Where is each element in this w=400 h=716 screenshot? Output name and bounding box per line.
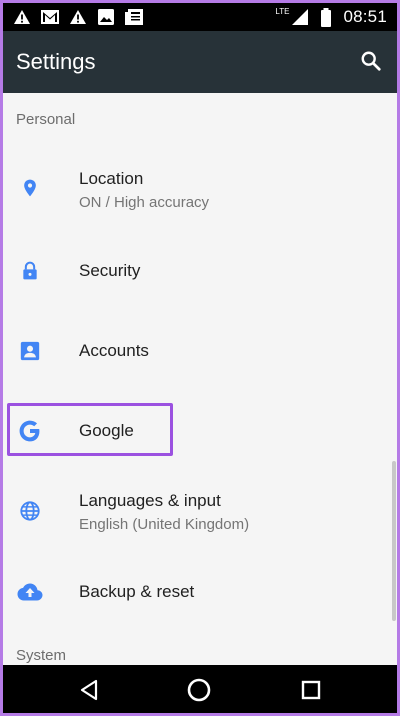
settings-item-subtitle: ON / High accuracy xyxy=(79,194,210,211)
account-icon xyxy=(17,338,43,364)
settings-item-title: Location xyxy=(79,169,144,188)
settings-list: Personal Location ON / High accuracy Sec… xyxy=(3,93,397,665)
cloud-upload-icon xyxy=(17,579,43,605)
recents-button[interactable] xyxy=(298,677,324,703)
settings-item-accounts[interactable]: Accounts xyxy=(3,311,397,391)
page-title: Settings xyxy=(16,49,96,74)
warning-icon xyxy=(69,8,87,26)
notification-icons xyxy=(13,8,143,26)
navigation-bar xyxy=(3,665,397,713)
settings-item-location[interactable]: Location ON / High accuracy xyxy=(3,150,397,230)
scrollbar[interactable] xyxy=(392,461,396,621)
recents-icon xyxy=(301,680,321,700)
news-icon xyxy=(125,8,143,26)
settings-item-backup[interactable]: Backup & reset xyxy=(3,551,397,631)
location-pin-icon xyxy=(17,175,43,201)
back-button[interactable] xyxy=(76,677,102,703)
search-icon xyxy=(361,51,381,71)
home-button[interactable] xyxy=(186,677,212,703)
screen-frame: LTE 08:51 Settings Personal Location ON … xyxy=(0,0,400,716)
status-bar: LTE 08:51 xyxy=(3,3,397,31)
settings-item-title: Accounts xyxy=(79,341,149,360)
settings-item-title: Security xyxy=(79,261,141,280)
settings-item-title: Backup & reset xyxy=(79,582,195,601)
globe-icon xyxy=(17,498,43,524)
app-bar: Settings xyxy=(3,31,397,93)
gmail-icon xyxy=(41,8,59,26)
section-header-system: System xyxy=(16,647,67,664)
home-icon xyxy=(187,678,211,702)
back-icon xyxy=(80,679,98,701)
system-icons: LTE 08:51 xyxy=(275,7,387,27)
image-icon xyxy=(97,8,115,26)
clock: 08:51 xyxy=(343,7,387,26)
section-header-personal: Personal xyxy=(16,111,76,128)
settings-item-languages[interactable]: Languages & input English (United Kingdo… xyxy=(3,471,397,551)
settings-item-security[interactable]: Security xyxy=(3,231,397,311)
battery-icon xyxy=(317,7,335,27)
warning-icon xyxy=(13,8,31,26)
settings-item-title: Languages & input xyxy=(79,491,221,510)
search-button[interactable] xyxy=(357,47,385,75)
network-type: LTE xyxy=(275,6,290,16)
highlight-box xyxy=(7,403,173,456)
lock-icon xyxy=(17,258,43,284)
settings-item-subtitle: English (United Kingdom) xyxy=(79,516,250,533)
signal-icon xyxy=(291,8,309,26)
